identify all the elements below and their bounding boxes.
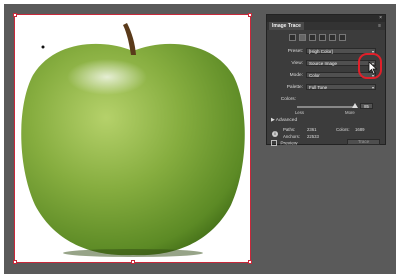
tab-image-trace[interactable]: Image Trace	[269, 22, 304, 30]
preset-label: Preset:	[287, 49, 303, 54]
view-label: View:	[291, 61, 303, 66]
high-color-icon[interactable]	[299, 34, 306, 41]
preset-value: [High Color]	[309, 49, 333, 54]
apple-shadow	[63, 249, 203, 257]
black-white-icon[interactable]	[329, 34, 336, 41]
grayscale-icon[interactable]	[319, 34, 326, 41]
colors-label: Colors:	[280, 97, 296, 102]
paths-value: 2361	[307, 127, 317, 132]
preview-checkbox[interactable]	[271, 140, 277, 146]
less-label: Less	[295, 110, 305, 115]
artboard[interactable]	[13, 13, 252, 264]
panel-menu-icon[interactable]: ≡	[378, 23, 381, 29]
apple-highlight	[67, 59, 147, 95]
mouse-cursor-icon	[368, 61, 378, 75]
more-label: More	[345, 110, 355, 115]
panel-tab-bar: Image Trace ≡	[267, 22, 385, 30]
illustrator-workspace: × Image Trace ≡ Preset: [High Color] ▾ V…	[0, 0, 400, 278]
outline-icon[interactable]	[339, 34, 346, 41]
preview-label: Preview	[280, 141, 298, 147]
close-icon[interactable]: ×	[379, 15, 382, 22]
anchors-label: Anchors:	[283, 134, 300, 139]
anchors-value: 22533	[307, 134, 319, 139]
auto-color-icon[interactable]	[289, 34, 296, 41]
palette-label: Palette:	[286, 85, 303, 90]
palette-value: Full Tone	[309, 85, 328, 90]
colors-slider-thumb[interactable]	[352, 103, 358, 108]
info-icon: i	[272, 131, 278, 137]
mode-label: Mode:	[289, 73, 303, 78]
colors-value-field[interactable]: 85	[360, 103, 373, 109]
paths-label: Paths:	[283, 127, 296, 132]
pasteboard: × Image Trace ≡ Preset: [High Color] ▾ V…	[4, 4, 396, 274]
apple-image[interactable]	[15, 15, 252, 264]
disclosure-triangle-icon: ▶	[271, 118, 275, 123]
image-trace-panel: × Image Trace ≡ Preset: [High Color] ▾ V…	[266, 14, 386, 146]
panel-title-bar[interactable]: ×	[267, 15, 385, 22]
advanced-label: Advanced	[275, 118, 298, 123]
palette-dropdown[interactable]: Full Tone ▾	[306, 84, 376, 90]
preview-checkbox-row[interactable]: Preview	[271, 140, 297, 146]
chevron-down-icon: ▾	[371, 85, 374, 90]
dust-speck	[41, 45, 45, 49]
advanced-toggle[interactable]: ▶ Advanced	[271, 118, 297, 123]
view-value: Source Image	[309, 61, 338, 66]
colors-count-value: 1689	[355, 127, 365, 132]
low-color-icon[interactable]	[309, 34, 316, 41]
trace-button[interactable]: Trace	[347, 139, 380, 145]
mode-value: Color	[309, 73, 320, 78]
colors-count-label: Colors:	[336, 127, 350, 132]
colors-slider-track[interactable]	[297, 106, 357, 108]
